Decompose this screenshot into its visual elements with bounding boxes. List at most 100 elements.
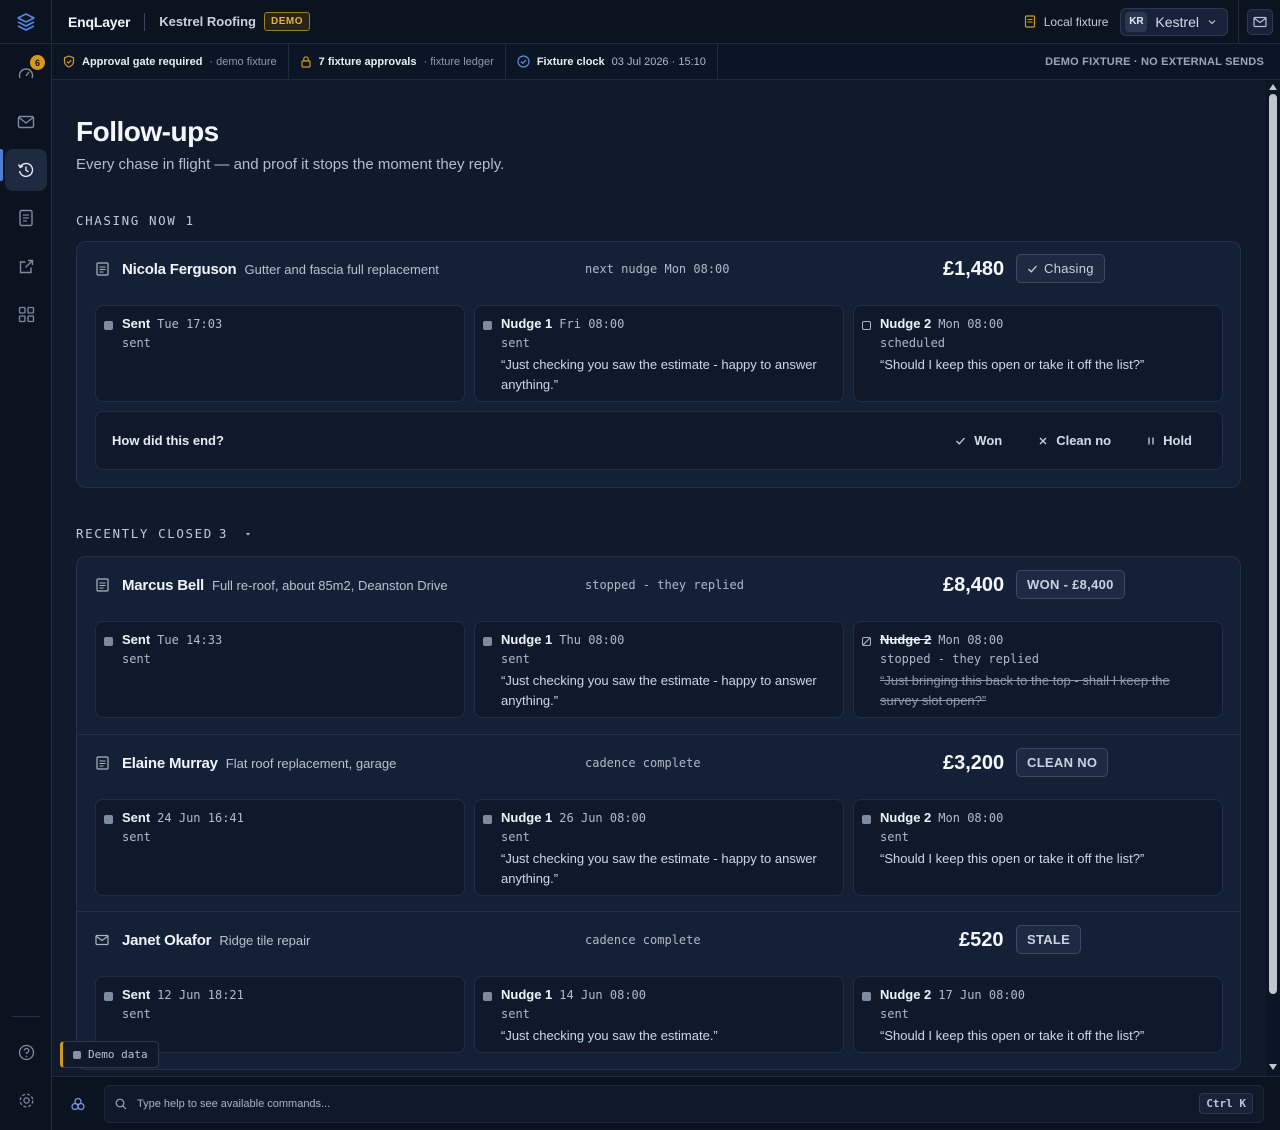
history-icon: [17, 162, 34, 178]
step-title: Sent: [122, 632, 151, 647]
status-badge[interactable]: WON - £8,400: [1016, 570, 1125, 599]
ledger-icon: [1024, 15, 1035, 28]
external-sends-notice: DEMO FIXTURE · NO EXTERNAL SENDS: [1045, 55, 1264, 68]
estimate-amount: £1,480: [943, 257, 1005, 280]
tenant-name: Kestrel Roofing: [159, 14, 256, 29]
step-message: “Should I keep this open or take it off …: [880, 851, 1145, 866]
command-bar: Ctrl K: [52, 1076, 1280, 1130]
chevron-down-icon: [1208, 19, 1216, 24]
estimate-amount: £520: [959, 928, 1004, 951]
status-badge-label: Chasing: [1044, 261, 1094, 276]
user-menu[interactable]: KR Kestrel: [1120, 7, 1228, 36]
step-title: Nudge 1: [501, 987, 553, 1002]
step-time: Tue 14:33: [157, 633, 223, 647]
sidebar-item-estimates[interactable]: [5, 197, 47, 239]
page-title: Follow-ups: [76, 116, 219, 147]
check-icon: [1028, 265, 1037, 273]
step-done-marker: [104, 992, 113, 1001]
recently-closed-label: RECENTLY CLOSED: [76, 526, 213, 541]
scrollbar[interactable]: [1266, 80, 1280, 1076]
step-message: “Should I keep this open or take it off …: [880, 1028, 1145, 1043]
status-badge[interactable]: Chasing: [1016, 254, 1105, 283]
step-sent: Sent Tue 14:33 sent: [95, 621, 465, 718]
step-time: 14 Jun 08:00: [559, 988, 646, 1002]
clean-no-button[interactable]: Clean no: [1038, 433, 1111, 448]
status-badge[interactable]: STALE: [1016, 925, 1082, 954]
step-done-marker: [862, 815, 871, 824]
demo-data-pill[interactable]: Demo data: [60, 1041, 159, 1068]
sidebar-item-dashboard[interactable]: 6: [5, 53, 47, 95]
settings-icon: [19, 1093, 33, 1107]
hold-label: Hold: [1163, 433, 1192, 448]
customer-name[interactable]: Janet Okafor: [122, 932, 212, 949]
cadence-status: cadence complete: [585, 756, 701, 770]
search-icon: [115, 1098, 127, 1109]
customer-name[interactable]: Elaine Murray: [122, 755, 218, 772]
status-badge[interactable]: CLEAN NO: [1016, 748, 1109, 777]
step-cancelled-marker: [862, 637, 871, 646]
customer-name[interactable]: Marcus Bell: [122, 577, 204, 594]
approval-gate-label: Approval gate required: [82, 55, 203, 68]
step-state: sent: [122, 336, 151, 350]
local-fixture-indicator[interactable]: Local fixture: [1024, 15, 1108, 29]
job-description: Flat roof replacement, garage: [225, 755, 397, 771]
hold-button[interactable]: Hold: [1147, 433, 1192, 448]
step-title: Nudge 1: [501, 316, 553, 331]
sidebar-item-external[interactable]: [5, 245, 47, 287]
command-input[interactable]: [137, 1097, 1190, 1110]
step-nudge-2: Nudge 2 Mon 08:00 sent “Should I keep thi…: [853, 799, 1223, 896]
won-button[interactable]: Won: [955, 433, 1002, 448]
step-state: sent: [501, 336, 530, 350]
command-field[interactable]: Ctrl K: [104, 1084, 1264, 1123]
step-nudge-1: Nudge 1 Thu 08:00 sent “Just checking you…: [474, 621, 844, 718]
estimate-amount: £3,200: [943, 751, 1005, 774]
outcome-question: How did this end?: [112, 433, 224, 448]
step-state: sent: [880, 1007, 909, 1021]
step-state: scheduled: [880, 336, 946, 350]
step-time: Fri 08:00: [559, 317, 625, 331]
document-icon: [95, 578, 109, 592]
recently-closed-heading[interactable]: RECENTLY CLOSED 3: [76, 526, 254, 541]
job-description: Full re-roof, about 85m2, Deanston Drive: [212, 577, 448, 593]
scrollbar-thumb[interactable]: [1269, 94, 1277, 994]
page-subtitle: Every chase in flight — and proof it sto…: [76, 156, 505, 173]
demo-data-label: Demo data: [88, 1048, 148, 1061]
step-message: “Just checking you saw the estimate.”: [501, 1028, 718, 1043]
step-title: Nudge 2: [880, 987, 932, 1002]
sidebar-item-settings[interactable]: [5, 1079, 47, 1121]
sidebar-item-inbox[interactable]: [5, 101, 47, 143]
help-icon: [18, 1044, 34, 1060]
customer-name[interactable]: Nicola Ferguson: [122, 261, 237, 278]
demo-badge: DEMO: [264, 12, 310, 31]
step-message: “Just checking you saw the estimate - ha…: [501, 673, 817, 708]
brand-name[interactable]: EnqLayer: [68, 14, 130, 30]
step-time: 12 Jun 18:21: [157, 988, 244, 1002]
step-done-marker: [483, 815, 492, 824]
follow-up-header: Marcus Bell Full re-roof, about 85m2, De…: [95, 570, 1225, 599]
step-title: Nudge 1: [501, 632, 553, 647]
step-nudge-2: Nudge 2 17 Jun 08:00 sent “Should I keep …: [853, 976, 1223, 1053]
fixture-approvals-status[interactable]: 7 fixture approvals · fixture ledger: [289, 43, 506, 80]
logo[interactable]: [0, 0, 52, 44]
sidebar-item-help[interactable]: [5, 1031, 47, 1073]
fixture-clock-status: Fixture clock 03 Jul 2026 · 15:10: [506, 43, 718, 80]
scroll-up-arrow[interactable]: [1269, 84, 1277, 90]
external-link-icon: [19, 259, 33, 273]
chasing-now-count: 1: [185, 213, 195, 228]
fixture-approvals-sub: · fixture ledger: [423, 55, 494, 68]
shield-check-icon: [63, 55, 75, 68]
assistant-button[interactable]: [52, 1096, 104, 1112]
recently-closed-count: 3: [218, 526, 229, 541]
sidebar-item-follow-ups[interactable]: [5, 149, 47, 191]
approval-gate-sub: · demo fixture: [209, 55, 277, 68]
follow-up-header: Nicola Ferguson Gutter and fascia full r…: [95, 254, 1225, 283]
sidebar-item-apps[interactable]: [5, 293, 47, 335]
inbox-button[interactable]: [1246, 8, 1273, 35]
scroll-down-arrow[interactable]: [1269, 1064, 1277, 1070]
step-done-marker: [104, 815, 113, 824]
cadence-status: next nudge Mon 08:00: [585, 262, 730, 276]
step-sent: Sent 24 Jun 16:41 sent: [95, 799, 465, 896]
fixture-clock-value: 03 Jul 2026 · 15:10: [611, 55, 706, 68]
approval-gate-status[interactable]: Approval gate required · demo fixture: [52, 43, 289, 80]
caret-down-icon: [246, 532, 251, 535]
